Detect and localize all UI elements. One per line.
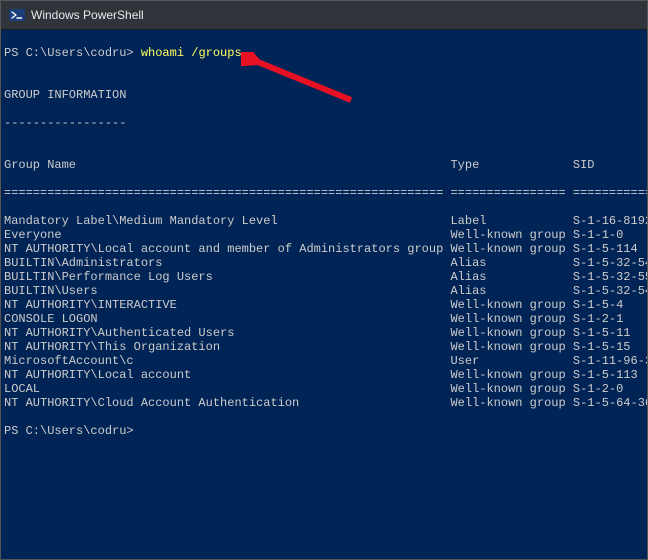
column-separators: ========================================… [4,186,644,200]
entered-command: whoami /groups [141,46,242,60]
window-title: Windows PowerShell [31,8,144,22]
table-row: CONSOLE LOGON Well-known group S-1-2-1 [4,312,644,326]
prompt-line: PS C:\Users\codru> [4,424,644,438]
table-row: NT AUTHORITY\This Organization Well-know… [4,340,644,354]
powershell-icon [9,7,25,23]
table-row: NT AUTHORITY\Authenticated Users Well-kn… [4,326,644,340]
section-header: GROUP INFORMATION [4,88,644,102]
powershell-window: Windows PowerShell PS C:\Users\codru> wh… [0,0,648,560]
prompt: PS C:\Users\codru> [4,46,141,60]
terminal-area[interactable]: PS C:\Users\codru> whoami /groups GROUP … [1,30,647,559]
table-row: LOCAL Well-known group S-1-2-0 [4,382,644,396]
column-headers: Group Name Type SID [4,158,644,172]
table-row: NT AUTHORITY\Local account and member of… [4,242,644,256]
titlebar[interactable]: Windows PowerShell [1,1,647,30]
annotation-arrow-icon [241,52,371,112]
command-line: PS C:\Users\codru> whoami /groups [4,46,644,60]
section-underline: ----------------- [4,116,644,130]
table-row: BUILTIN\Administrators Alias S-1-5-32-54… [4,256,644,270]
table-row: BUILTIN\Performance Log Users Alias S-1-… [4,270,644,284]
table-row: Mandatory Label\Medium Mandatory Level L… [4,214,644,228]
table-row: NT AUTHORITY\Cloud Account Authenticatio… [4,396,644,410]
table-row: NT AUTHORITY\Local account Well-known gr… [4,368,644,382]
table-row: NT AUTHORITY\INTERACTIVE Well-known grou… [4,298,644,312]
table-row: BUILTIN\Users Alias S-1-5-32-545 [4,284,644,298]
table-row: MicrosoftAccount\c User S-1-11-96-362345… [4,354,644,368]
table-row: Everyone Well-known group S-1-1-0 [4,228,644,242]
